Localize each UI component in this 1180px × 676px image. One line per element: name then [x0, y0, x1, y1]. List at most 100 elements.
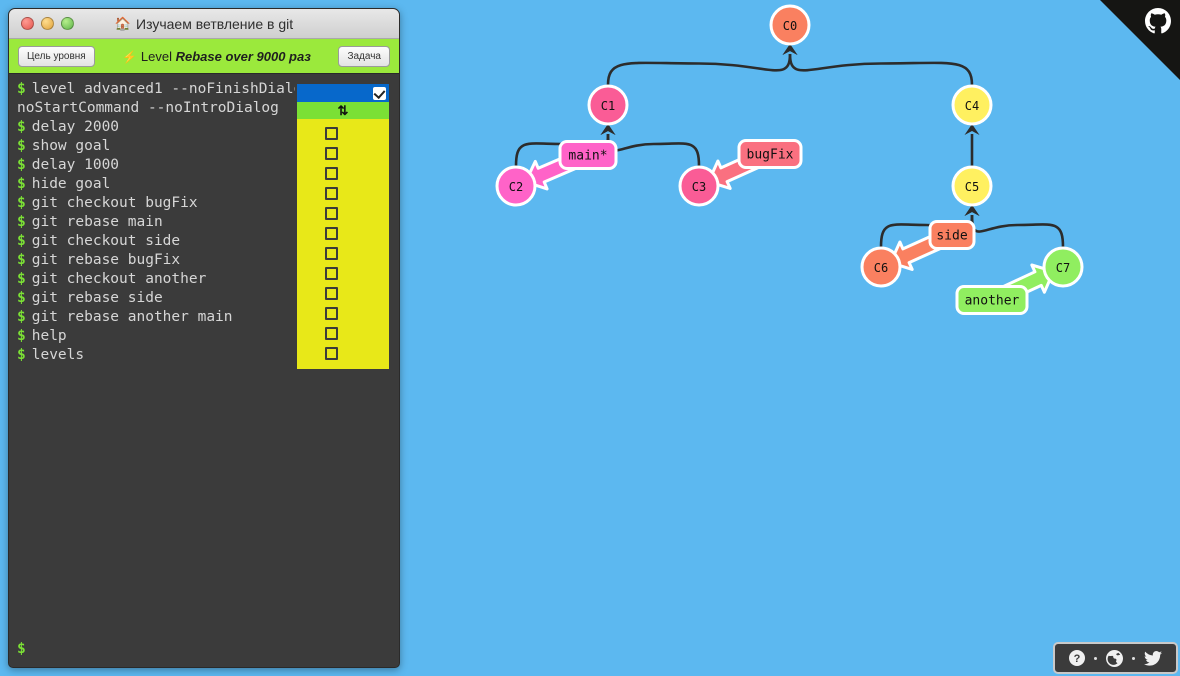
maximize-button[interactable]: [61, 17, 74, 30]
command-queue-row[interactable]: [297, 263, 389, 283]
branch-box-another[interactable]: [955, 285, 1029, 315]
command-text: git rebase another main: [31, 309, 233, 325]
commit-edge: [606, 53, 792, 86]
window-titlebar[interactable]: 🏠 Изучаем ветвление в git: [9, 9, 399, 39]
command-queue-row[interactable]: [297, 223, 389, 243]
command-text: git rebase main: [31, 214, 163, 230]
window-title-text: Изучаем ветвление в git: [136, 15, 294, 32]
command-text: delay 2000: [31, 119, 120, 135]
level-name: Rebase over 9000 раз: [175, 48, 311, 64]
branch-box-side[interactable]: [928, 220, 976, 250]
terminal-input-prompt[interactable]: $: [17, 641, 26, 657]
svg-text:?: ?: [1074, 653, 1081, 665]
unchecked-checkbox-icon[interactable]: [325, 226, 338, 240]
prompt-symbol: $: [17, 81, 26, 97]
swap-arrows-icon: ⇅: [337, 102, 349, 118]
commit-node-C0[interactable]: [769, 4, 811, 46]
branch-box-bugFix[interactable]: [737, 139, 803, 169]
command-text: levels: [31, 347, 85, 363]
command-queue-row[interactable]: [297, 163, 389, 183]
commit-edge: [606, 133, 701, 167]
unchecked-checkbox-icon[interactable]: [325, 166, 338, 180]
command-queue-row[interactable]: [297, 143, 389, 163]
command-text: level advanced1 --noFinishDialog --noSta…: [17, 81, 338, 116]
prompt-symbol: $: [17, 290, 26, 306]
unchecked-checkbox-icon[interactable]: [325, 206, 338, 220]
command-text: git checkout another: [31, 271, 207, 287]
commit-edge: [970, 214, 1065, 248]
prompt-symbol: $: [17, 347, 26, 363]
app-root: 🏠 Изучаем ветвление в git Цель уровня ⚡ …: [0, 0, 1180, 676]
level-title: ⚡ Level Rebase over 9000 раз: [95, 49, 339, 64]
checked-checkbox-icon[interactable]: [373, 86, 386, 100]
prompt-symbol: $: [17, 138, 26, 154]
command-queue-row[interactable]: [297, 343, 389, 363]
unchecked-checkbox-icon[interactable]: [325, 346, 338, 360]
command-queue-row[interactable]: [297, 203, 389, 223]
edge-arrowhead: [600, 124, 616, 135]
bolt-icon: ⚡: [122, 49, 138, 64]
level-prefix: Level: [140, 48, 172, 64]
git-commit-graph: main* bugFix side another C0 C1 C2 C3 C4 C5 C6 C7: [404, 0, 1180, 676]
command-queue-header[interactable]: [297, 84, 389, 102]
unchecked-checkbox-icon[interactable]: [325, 326, 338, 340]
commit-node-C3[interactable]: [678, 165, 720, 207]
commit-node-C6[interactable]: [860, 246, 902, 288]
commit-node-C4[interactable]: [951, 84, 993, 126]
unchecked-checkbox-icon[interactable]: [325, 126, 338, 140]
help-icon[interactable]: ?: [1069, 650, 1085, 666]
unchecked-checkbox-icon[interactable]: [325, 246, 338, 260]
level-goal-button[interactable]: Цель уровня: [18, 45, 95, 67]
command-queue-row[interactable]: [297, 323, 389, 343]
prompt-symbol: $: [17, 214, 26, 230]
prompt-symbol: $: [17, 271, 26, 287]
globe-icon[interactable]: [1106, 649, 1123, 667]
git-graph-svg: main* bugFixsideanother C0C1C2 C3C4C5C6 C7: [495, 4, 1084, 315]
command-queue-rows: [297, 119, 389, 369]
command-text: git checkout bugFix: [31, 195, 198, 211]
unchecked-checkbox-icon[interactable]: [325, 146, 338, 160]
commit-node-C1[interactable]: [587, 84, 629, 126]
terminal-window: 🏠 Изучаем ветвление в git Цель уровня ⚡ …: [8, 8, 400, 668]
prompt-symbol: $: [17, 157, 26, 173]
unchecked-checkbox-icon[interactable]: [325, 186, 338, 200]
command-queue-panel: ⇅: [295, 82, 391, 371]
home-icon: 🏠: [114, 16, 132, 31]
command-queue-row[interactable]: [297, 303, 389, 323]
command-queue-row[interactable]: [297, 123, 389, 143]
branch-labels: main* bugFixsideanother: [558, 139, 1029, 315]
command-queue-row[interactable]: [297, 243, 389, 263]
command-queue-row[interactable]: [297, 183, 389, 203]
prompt-symbol: $: [17, 328, 26, 344]
prompt-symbol: $: [17, 252, 26, 268]
edge-arrowhead: [964, 205, 980, 216]
commit-edge: [788, 53, 974, 86]
commit-node-C2[interactable]: [495, 165, 537, 207]
level-toolbar: Цель уровня ⚡ Level Rebase over 9000 раз…: [9, 39, 399, 74]
commit-node-C5[interactable]: [951, 165, 993, 207]
prompt-symbol: $: [17, 195, 26, 211]
separator-dot: [1094, 656, 1097, 660]
command-queue-row[interactable]: [297, 283, 389, 303]
command-text: delay 1000: [31, 157, 120, 173]
minimize-button[interactable]: [41, 17, 54, 30]
edge-arrowhead: [964, 124, 980, 135]
unchecked-checkbox-icon[interactable]: [325, 266, 338, 280]
terminal-body[interactable]: $ level advanced1 --noFinishDialog --noSt…: [9, 74, 399, 667]
command-text: git rebase bugFix: [31, 252, 181, 268]
twitter-icon[interactable]: [1144, 650, 1162, 666]
task-button[interactable]: Задача: [338, 45, 390, 67]
close-button[interactable]: [21, 17, 34, 30]
prompt-symbol: $: [17, 176, 26, 192]
commit-node-C7[interactable]: [1042, 246, 1084, 288]
unchecked-checkbox-icon[interactable]: [325, 306, 338, 320]
unchecked-checkbox-icon[interactable]: [325, 286, 338, 300]
command-text: git rebase side: [31, 290, 163, 306]
prompt-symbol: $: [17, 119, 26, 135]
window-controls: [21, 17, 74, 30]
command-text: show goal: [31, 138, 111, 154]
branch-box-main[interactable]: [558, 140, 618, 170]
command-queue-subheader[interactable]: ⇅: [297, 102, 389, 119]
command-text: help: [31, 328, 67, 344]
separator-dot: [1132, 656, 1135, 660]
